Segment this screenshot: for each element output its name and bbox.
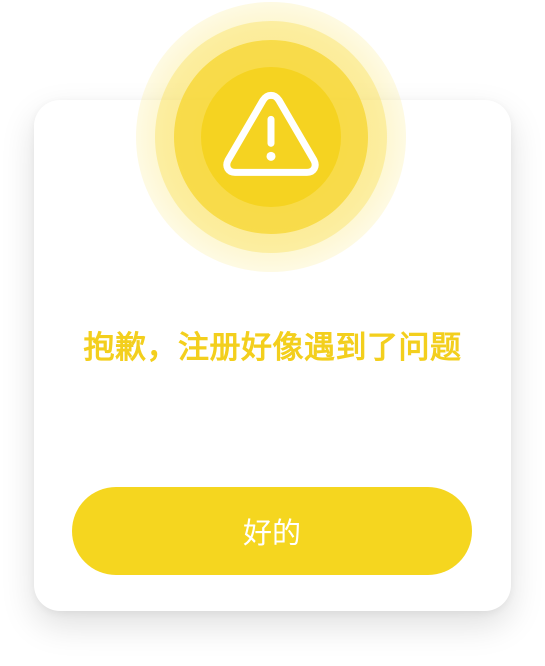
ok-button[interactable]: 好的	[72, 487, 472, 575]
warning-icon	[223, 91, 319, 176]
page: 抱歉，注册好像遇到了问题 好的	[0, 0, 545, 666]
warning-badge	[136, 2, 406, 272]
error-message: 抱歉，注册好像遇到了问题	[83, 330, 462, 366]
